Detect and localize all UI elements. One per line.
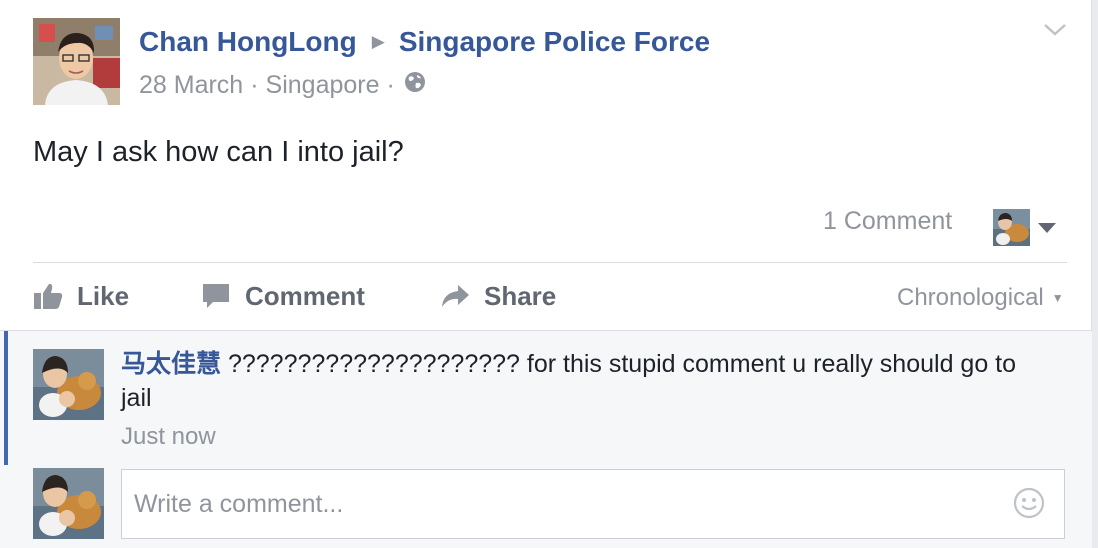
commenter-name-link[interactable]: 马太佳慧 bbox=[121, 350, 221, 378]
comments-section: 马太佳慧 ????????????????????? for this stup… bbox=[0, 330, 1092, 548]
comment-label: Comment bbox=[245, 280, 365, 311]
comment-body: 马太佳慧 ????????????????????? for this stup… bbox=[121, 347, 1051, 415]
caret-down-icon[interactable] bbox=[1038, 221, 1056, 239]
post-header-names: Chan HongLong ▶ Singapore Police Force bbox=[139, 24, 710, 60]
target-page-link[interactable]: Singapore Police Force bbox=[399, 26, 710, 58]
comment-input[interactable] bbox=[134, 470, 994, 538]
comment-button[interactable]: Comment bbox=[201, 276, 365, 316]
composer-avatar bbox=[33, 468, 104, 539]
meta-separator: · bbox=[386, 70, 395, 99]
viewer-avatar[interactable] bbox=[993, 209, 1030, 246]
author-avatar[interactable] bbox=[33, 18, 120, 105]
like-button[interactable]: Like bbox=[33, 276, 129, 316]
like-label: Like bbox=[77, 280, 130, 311]
post-meta: 28 March · Singapore · bbox=[139, 69, 426, 101]
meta-separator: · bbox=[250, 70, 259, 99]
post-text: May I ask how can I into jail? bbox=[33, 136, 404, 168]
comment-count-link[interactable]: 1 Comment bbox=[823, 207, 952, 236]
order-label: Chronological bbox=[897, 284, 1044, 311]
share-label: Share bbox=[484, 280, 557, 311]
comment-composer bbox=[121, 469, 1065, 539]
emoji-icon[interactable] bbox=[1013, 487, 1045, 524]
share-button[interactable]: Share bbox=[440, 276, 556, 316]
new-comment-indicator bbox=[4, 331, 8, 465]
speech-bubble-icon bbox=[203, 284, 229, 308]
chevron-down-icon[interactable] bbox=[1043, 22, 1067, 43]
commenter-avatar[interactable] bbox=[33, 349, 104, 420]
comment-order-dropdown[interactable]: Chronological ▼ bbox=[897, 281, 1064, 315]
divider bbox=[33, 262, 1067, 263]
triangle-right-icon: ▶ bbox=[371, 32, 385, 51]
thumbs-up-icon bbox=[34, 283, 63, 309]
post-location-link[interactable]: Singapore bbox=[266, 71, 380, 100]
post-card: Chan HongLong ▶ Singapore Police Force 2… bbox=[0, 0, 1092, 548]
author-name-link[interactable]: Chan HongLong bbox=[139, 26, 357, 58]
comment-timestamp[interactable]: Just now bbox=[121, 423, 216, 451]
globe-icon[interactable] bbox=[402, 71, 426, 100]
caret-down-icon: ▼ bbox=[1051, 291, 1064, 305]
share-arrow-icon bbox=[442, 285, 469, 307]
comment-text: ????????????????????? for this stupid co… bbox=[121, 350, 1017, 412]
post-date-link[interactable]: 28 March bbox=[139, 71, 243, 100]
